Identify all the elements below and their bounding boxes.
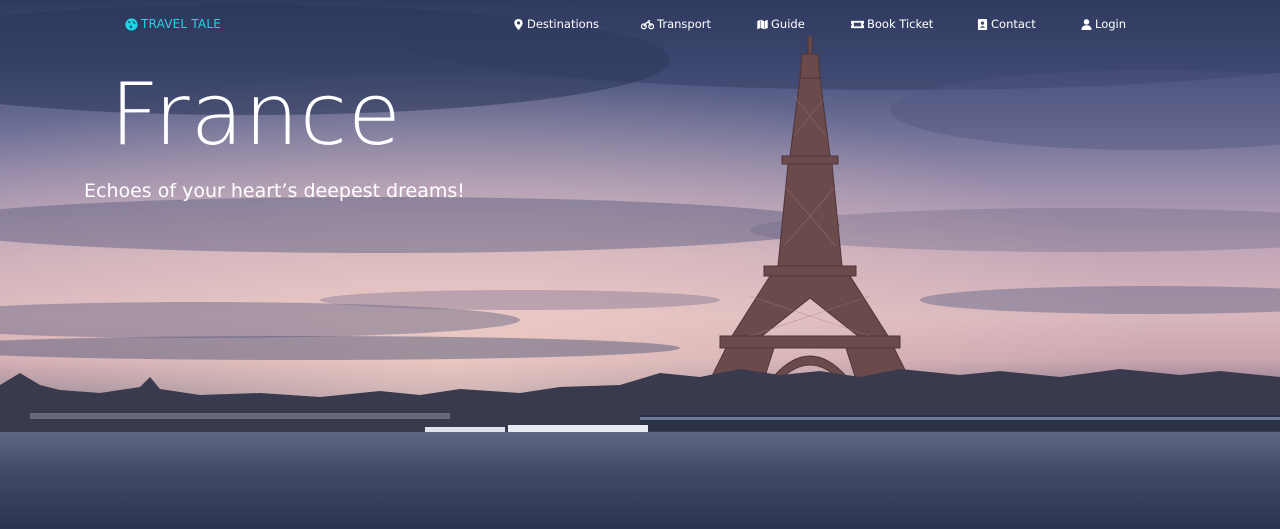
- river-water: [0, 432, 1280, 529]
- globe-icon: [125, 17, 138, 31]
- nav-transport-label: Transport: [657, 17, 711, 31]
- nav-login[interactable]: Login: [1081, 16, 1126, 32]
- motorcycle-icon: [641, 19, 654, 29]
- nav-contact-label: Contact: [991, 17, 1036, 31]
- brand-name: TRAVEL TALE: [141, 17, 221, 31]
- nav-book-ticket[interactable]: Book Ticket: [851, 16, 933, 32]
- nav-book-ticket-label: Book Ticket: [867, 17, 934, 31]
- user-icon: [1081, 18, 1092, 30]
- map-marker-icon: [514, 18, 523, 30]
- eiffel-tower-image: [703, 36, 917, 393]
- hero-title: France: [110, 65, 402, 165]
- nav-guide-label: Guide: [771, 17, 805, 31]
- nav-contact[interactable]: Contact: [977, 16, 1036, 32]
- hero-subtitle: Echoes of your heart’s deepest dreams!: [84, 180, 465, 202]
- map-icon: [757, 18, 768, 30]
- nav-destinations-label: Destinations: [527, 17, 599, 31]
- nav-destinations[interactable]: Destinations: [513, 16, 599, 32]
- address-card-icon: [977, 18, 988, 30]
- brand-logo-link[interactable]: TRAVEL TALE: [125, 16, 221, 32]
- nav-guide[interactable]: Guide: [757, 16, 805, 32]
- hero-banner: TRAVEL TALE Destinations Transport Guide…: [0, 0, 1280, 529]
- nav-login-label: Login: [1095, 17, 1127, 31]
- top-navigation: TRAVEL TALE Destinations Transport Guide…: [0, 0, 1280, 48]
- ticket-icon: [851, 20, 864, 28]
- nav-transport[interactable]: Transport: [641, 16, 711, 32]
